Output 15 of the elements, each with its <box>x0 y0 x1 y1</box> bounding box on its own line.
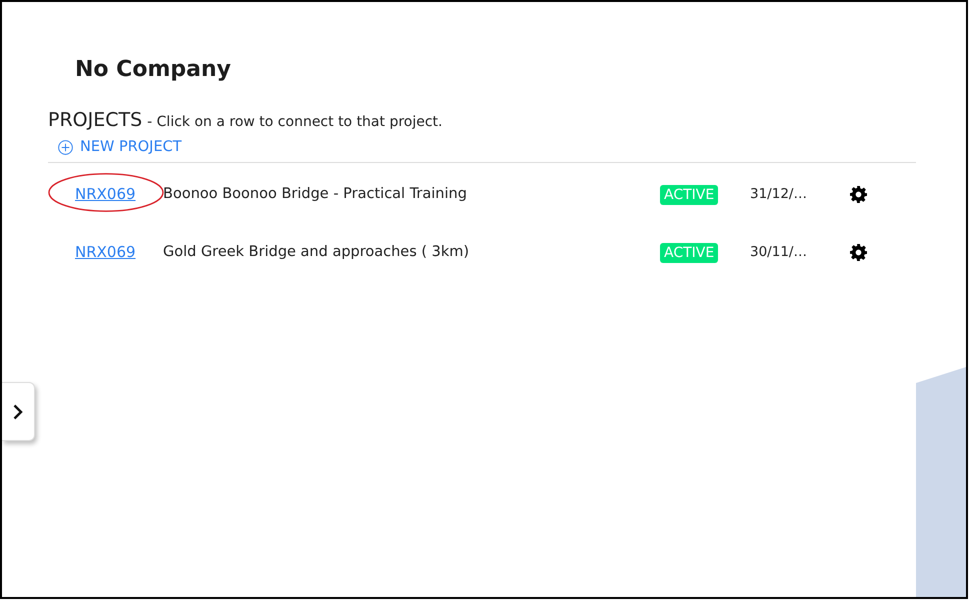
project-date: 30/11/… <box>750 244 808 260</box>
project-name: Gold Greek Bridge and approaches ( 3km) <box>163 244 470 260</box>
status-badge: ACTIVE <box>660 184 718 204</box>
hint-text: - Click on a row to connect to that project. <box>147 113 442 132</box>
project-name: Boonoo Boonoo Bridge - Practical Training <box>163 186 468 202</box>
project-date: 31/12/… <box>750 186 808 202</box>
new-project-button[interactable]: NEW PROJECT <box>58 137 182 157</box>
side-panel-toggle[interactable] <box>2 382 35 441</box>
section-heading: PROJECTS <box>48 108 142 133</box>
plus-circle-icon <box>58 140 73 154</box>
status-badge: ACTIVE <box>660 242 718 262</box>
settings-icon[interactable] <box>850 244 867 260</box>
project-code-link[interactable]: NRX069 <box>75 243 136 261</box>
settings-icon[interactable] <box>850 186 867 202</box>
company-title: No Company <box>75 56 231 84</box>
